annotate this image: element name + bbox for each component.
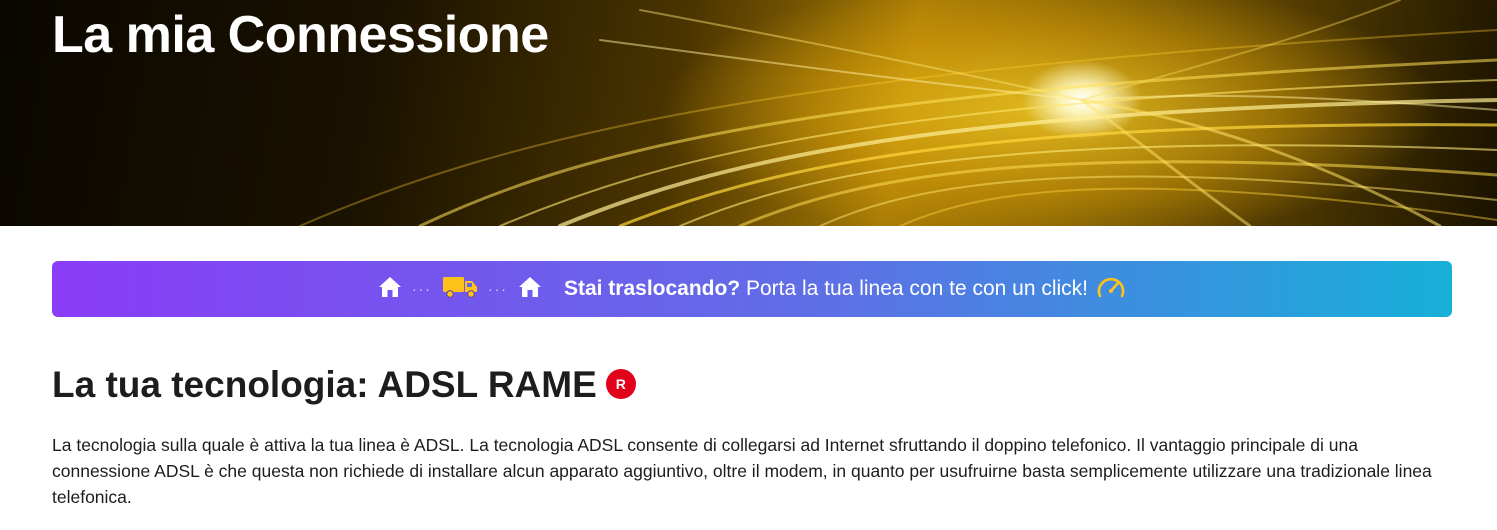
page-title: La mia Connessione xyxy=(52,6,549,64)
badge-letter: R xyxy=(615,376,626,392)
dots-divider: ··· xyxy=(411,281,432,297)
relocation-banner-question: Stai traslocando? xyxy=(563,277,741,300)
hero-banner: La mia Connessione xyxy=(0,0,1497,226)
relocation-banner-text: Stai traslocando? Porta la tua linea con… xyxy=(564,277,1088,301)
technology-title: La tua tecnologia: ADSL RAME R xyxy=(52,360,636,410)
relocation-banner-content: ··· ··· Stai traslocando? Porta la tua l… xyxy=(378,274,1126,305)
speedometer-icon xyxy=(1096,274,1126,305)
relocation-banner-cta: Porta la tua linea con te con un click! xyxy=(740,277,1089,300)
home-icon xyxy=(518,276,542,303)
dots-divider: ··· xyxy=(487,281,508,297)
truck-icon xyxy=(442,275,478,304)
technology-title-text: La tua tecnologia: ADSL RAME xyxy=(52,364,597,405)
technology-description: La tecnologia sulla quale è attiva la tu… xyxy=(52,435,1432,507)
home-icon xyxy=(378,276,402,303)
copper-badge-icon: R xyxy=(605,369,636,399)
relocation-banner[interactable]: ··· ··· Stai traslocando? Porta la tua l… xyxy=(52,261,1452,317)
